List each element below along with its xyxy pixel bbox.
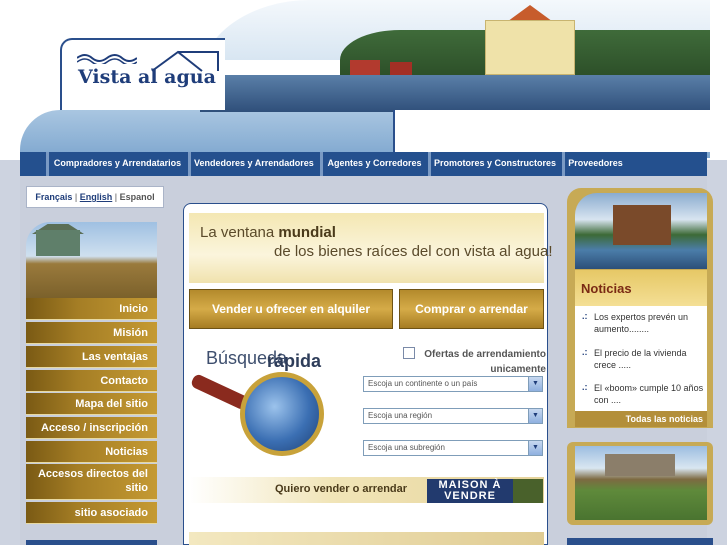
continent-select[interactable]: Escoja un continente o un país ▼ [363,376,543,392]
red-cabin [390,62,412,76]
header-white-tab [393,110,710,152]
lang-separator: | [74,192,78,202]
rental-only-label: Ofertas de arrendamiento unicamente [424,349,546,375]
sidebar-item-noticias[interactable]: Noticias [26,441,157,463]
bullet-icon: .: [582,382,588,392]
lang-english[interactable]: English [80,192,113,202]
news-item[interactable]: El «boom» cumple 10 años con .... [594,382,706,406]
sidebar-item-accesos-directos[interactable]: Accesos directos del sitio [26,464,157,500]
sidebar-item-acceso[interactable]: Acceso / inscripción [26,417,157,439]
right-footer [567,538,713,545]
chevron-down-icon: ▼ [528,409,542,423]
farm-photo [26,222,157,298]
main-nav: Compradores y Arrendatarios Vendedores y… [20,152,707,176]
nav-proveedores[interactable]: Proveedores [562,152,626,176]
bottom-banner [189,532,544,545]
manor-photo[interactable] [575,446,707,520]
lake-water [200,75,710,112]
header-lake-photo [200,0,710,112]
tagline-line2: de los bienes raíces del con vista al ag… [274,243,553,260]
wave-icon [77,54,137,64]
bullet-icon: .: [582,347,588,357]
lake-villa-photo [575,193,707,269]
villa [613,205,671,245]
sidebar-item-ventajas[interactable]: Las ventajas [26,346,157,368]
quick-search-title-bold: rápida [267,351,322,371]
rental-only-checkbox[interactable] [403,347,415,359]
globe-magnifier-icon [240,372,324,456]
chevron-down-icon: ▼ [528,377,542,391]
news-item[interactable]: El precio de la vivienda crece ..... [594,347,706,371]
sidebar-item-mapa[interactable]: Mapa del sitio [26,393,157,415]
all-news-link[interactable]: Todas las noticias [575,411,707,427]
tagline-line1: La ventana mundial [200,224,336,241]
nav-compradores[interactable]: Compradores y Arrendatarios [46,152,186,176]
lang-separator: | [114,192,118,202]
language-switcher: Français | English | Espanol [26,186,164,208]
banner-greenery [513,479,543,503]
buy-rent-button[interactable]: Comprar o arrendar [399,289,544,329]
region-select[interactable]: Escoja una región ▼ [363,408,543,424]
manor-house [605,454,675,476]
sidebar-item-contacto[interactable]: Contacto [26,370,157,392]
sell-rent-banner-label: Quiero vender o arrendar [275,483,408,495]
site-logo[interactable]: Vista al agua [78,66,216,88]
subregion-select[interactable]: Escoja una subregión ▼ [363,440,543,456]
sell-rent-button[interactable]: Vender u ofrecer en alquiler [189,289,393,329]
nav-vendedores[interactable]: Vendedores y Arrendadores [188,152,316,176]
news-title: Noticias [581,281,632,296]
lang-french[interactable]: Français [35,192,72,202]
nav-agentes[interactable]: Agentes y Corredores [320,152,426,176]
chevron-down-icon: ▼ [528,441,542,455]
sidebar-footer [26,540,157,545]
yellow-house [485,20,575,75]
sidebar-item-mision[interactable]: Misión [26,322,157,344]
nav-promotores[interactable]: Promotores y Constructores [428,152,558,176]
for-sale-sign: MAISON À VENDRE [427,479,513,503]
lang-spanish[interactable]: Espanol [120,192,155,202]
sidebar-item-asociado[interactable]: sitio asociado [26,502,157,524]
barn [36,230,80,256]
tagline-emphasis: mundial [278,224,336,241]
news-item[interactable]: Los expertos prevén un aumento........ [594,311,706,335]
sidebar-item-inicio[interactable]: Inicio [26,298,157,320]
bullet-icon: .: [582,311,588,321]
